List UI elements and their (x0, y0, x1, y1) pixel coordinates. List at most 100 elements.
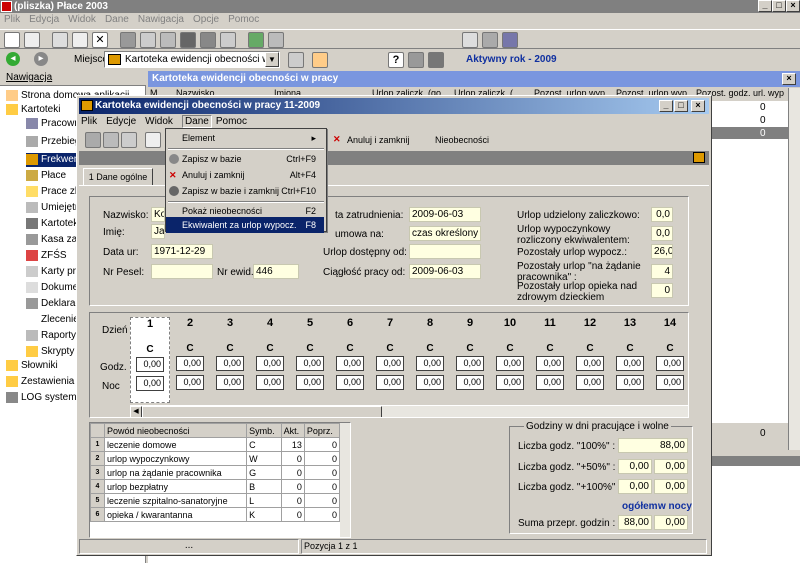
menu-cancel-close[interactable]: ✕ Anuluj i zamknij Alt+F4 (166, 167, 324, 183)
main-right-scrollbar[interactable] (788, 90, 800, 430)
dialog-menu-widok[interactable]: Widok (145, 116, 173, 127)
search-icon[interactable] (180, 32, 196, 48)
scroll-thumb[interactable] (142, 406, 382, 417)
day-night-input[interactable]: 0,00 (536, 375, 564, 390)
day-column[interactable]: 13 C 0,00 0,00 (610, 317, 650, 390)
days-scrollbar[interactable]: ◀ (130, 405, 688, 417)
col-current[interactable]: Akt. (280, 423, 305, 438)
undo-icon[interactable] (140, 32, 156, 48)
day-night-input[interactable]: 0,00 (216, 375, 244, 390)
copy-icon[interactable] (72, 32, 88, 48)
close-button[interactable]: × (786, 0, 800, 12)
menu-opcje[interactable]: Opcje (193, 14, 219, 25)
menu-edycja[interactable]: Edycja (29, 14, 59, 25)
location-combo[interactable]: Kartoteka ewidencji obecności w pr... ▼ (104, 51, 280, 68)
day-hours-input[interactable]: 0,00 (136, 357, 164, 372)
day-column[interactable]: 8 C 0,00 0,00 (410, 317, 450, 390)
day-hours-input[interactable]: 0,00 (576, 356, 604, 371)
nav-item-dokumenty[interactable]: Dokume (26, 281, 78, 295)
dialog-menu-dane[interactable]: Dane (181, 115, 212, 128)
sum-field-a[interactable]: 88,00 (618, 515, 652, 530)
filter-icon[interactable] (220, 32, 236, 48)
menu-plik[interactable]: Plik (4, 14, 20, 25)
edit-icon[interactable] (52, 32, 68, 48)
chevron-down-icon[interactable]: ▼ (265, 52, 279, 67)
day-night-input[interactable]: 0,00 (456, 375, 484, 390)
nav-item-przebieg[interactable]: Przebieg (26, 135, 80, 149)
save-close-icon[interactable] (103, 132, 119, 148)
dialog-menu-edycje[interactable]: Edycje (106, 116, 136, 127)
hours100-field[interactable]: 88,00 (618, 438, 688, 453)
table-row[interactable]: 1 leczenie domowe C 13 0 (90, 437, 341, 452)
dialog-minimize-button[interactable]: _ (659, 100, 673, 112)
day-night-input[interactable]: 0,00 (136, 376, 164, 391)
day-night-input[interactable]: 0,00 (416, 375, 444, 390)
col-reason[interactable]: Powód nieobecności (103, 423, 248, 438)
table-row[interactable]: 4 urlop bezpłatny B 0 0 (90, 479, 341, 494)
nav-item-zlecenie[interactable]: Zlecenie (41, 313, 79, 327)
table-row[interactable]: 2 urlop wypoczynkowy W 0 0 (90, 451, 341, 466)
nav-item-pracownicy[interactable]: Pracowni (26, 117, 82, 131)
tools-icon[interactable] (120, 32, 136, 48)
contract-field[interactable]: czas określony (409, 226, 481, 241)
day-hours-input[interactable]: 0,00 (456, 356, 484, 371)
on-demand-field[interactable]: 4 (651, 264, 673, 279)
properties-icon[interactable] (24, 32, 40, 48)
advance-field[interactable]: 0,0 (651, 207, 673, 222)
day-night-input[interactable]: 0,00 (296, 375, 324, 390)
book-icon[interactable] (408, 52, 424, 68)
absences-button[interactable]: Nieobecności (435, 132, 489, 148)
menu-save-close[interactable]: Zapisz w bazie i zamknij Ctrl+F10 (166, 183, 324, 199)
nav-item-frekwencja[interactable]: Frekwen (26, 153, 84, 167)
day-column[interactable]: 1 C 0,00 0,00 (130, 317, 170, 403)
back-icon[interactable]: ◂ (6, 52, 20, 66)
day-column[interactable]: 14 C 0,00 0,00 (650, 317, 688, 390)
day-hours-input[interactable]: 0,00 (296, 356, 324, 371)
nav-item-kartoteki[interactable]: Kartoteki (6, 103, 60, 117)
nav-item-umiejetnosci[interactable]: Umiejętn (26, 201, 80, 215)
ewid-field[interactable]: 446 (253, 264, 299, 279)
table-row[interactable]: 3 urlop na żądanie pracownika G 0 0 (90, 465, 341, 480)
day-night-input[interactable]: 0,00 (256, 375, 284, 390)
day-night-input[interactable]: 0,00 (496, 375, 524, 390)
save-icon[interactable] (85, 132, 101, 148)
help-icon[interactable]: ? (388, 52, 404, 68)
nav-item-log[interactable]: LOG systemo (6, 391, 82, 405)
delete-icon[interactable]: ✕ (92, 32, 108, 48)
hours100p-field-b[interactable]: 0,00 (654, 479, 688, 494)
books-icon[interactable] (428, 52, 444, 68)
menu-pomoc[interactable]: Pomoc (228, 14, 259, 25)
day-hours-input[interactable]: 0,00 (416, 356, 444, 371)
nav-item-zestawienia[interactable]: Zestawienia (6, 375, 74, 389)
find-icon[interactable] (200, 32, 216, 48)
day-night-input[interactable]: 0,00 (576, 375, 604, 390)
paid-eq-field[interactable]: 0,0 (651, 226, 673, 241)
nav-item-raporty[interactable]: Raporty (26, 329, 76, 343)
day-hours-input[interactable]: 0,00 (176, 356, 204, 371)
day-column[interactable]: 4 C 0,00 0,00 (250, 317, 290, 390)
day-night-input[interactable]: 0,00 (656, 375, 684, 390)
dialog-maximize-button[interactable]: □ (674, 100, 688, 112)
day-column[interactable]: 5 C 0,00 0,00 (290, 317, 330, 390)
day-column[interactable]: 2 C 0,00 0,00 (170, 317, 210, 390)
day-column[interactable]: 12 C 0,00 0,00 (570, 317, 610, 390)
day-column[interactable]: 9 C 0,00 0,00 (450, 317, 490, 390)
menu-widok[interactable]: Widok (68, 14, 96, 25)
day-night-input[interactable]: 0,00 (376, 375, 404, 390)
table-row[interactable]: 6 opieka / kwarantanna K 0 0 (90, 507, 341, 522)
layout1-icon[interactable] (462, 32, 478, 48)
day-hours-input[interactable]: 0,00 (496, 356, 524, 371)
maximize-button[interactable]: □ (772, 0, 786, 12)
nav-item-zfss[interactable]: ZFŚS (26, 249, 67, 263)
nav-item-kartoteka[interactable]: Kartotek (26, 217, 78, 231)
nav-tree-icon[interactable] (288, 52, 304, 68)
day-hours-input[interactable]: 0,00 (536, 356, 564, 371)
leave-avail-field[interactable] (409, 244, 481, 259)
print-icon[interactable] (160, 32, 176, 48)
surname-field[interactable]: Ko (151, 207, 165, 222)
day-hours-input[interactable]: 0,00 (656, 356, 684, 371)
menu-nawigacja[interactable]: Nawigacja (138, 14, 184, 25)
hours50-field-b[interactable]: 0,00 (654, 459, 688, 474)
nav-item-place[interactable]: Płace (26, 169, 66, 183)
bg-close-button[interactable]: × (782, 73, 796, 85)
